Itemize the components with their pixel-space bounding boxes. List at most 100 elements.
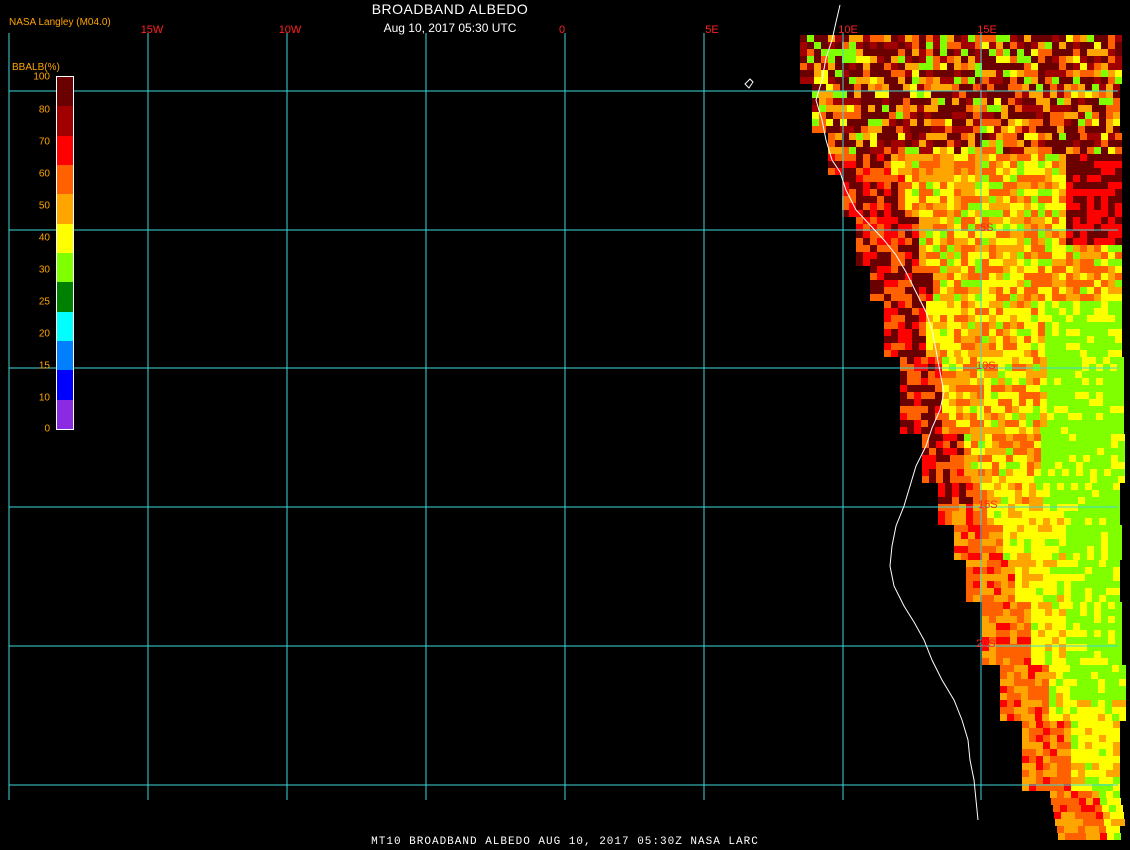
albedo-pixel (1038, 182, 1045, 189)
albedo-pixel (1111, 476, 1118, 483)
albedo-pixel (898, 322, 905, 329)
albedo-pixel (999, 448, 1006, 455)
albedo-pixel (947, 49, 954, 56)
albedo-pixel (1047, 385, 1054, 392)
albedo-pixel (1001, 574, 1008, 581)
albedo-pixel (1093, 798, 1100, 805)
albedo-pixel (1071, 728, 1078, 735)
albedo-pixel (996, 245, 1003, 252)
albedo-pixel (1066, 322, 1073, 329)
albedo-pixel (987, 119, 994, 126)
albedo-pixel (912, 231, 919, 238)
albedo-pixel (1031, 525, 1038, 532)
albedo-pixel (863, 182, 870, 189)
albedo-pixel (1024, 196, 1031, 203)
albedo-pixel (1017, 532, 1024, 539)
albedo-pixel (1087, 140, 1094, 147)
albedo-pixel (1064, 91, 1071, 98)
albedo-pixel (1056, 700, 1063, 707)
albedo-pixel (1092, 490, 1099, 497)
albedo-pixel (1029, 581, 1036, 588)
albedo-pixel (882, 112, 889, 119)
albedo-pixel (1091, 686, 1098, 693)
albedo-pixel (1112, 686, 1119, 693)
albedo-pixel (1094, 280, 1101, 287)
albedo-pixel (891, 280, 898, 287)
albedo-pixel (1073, 161, 1080, 168)
albedo-pixel (1052, 616, 1059, 623)
albedo-pixel (989, 546, 996, 553)
albedo-pixel (1082, 812, 1089, 819)
albedo-pixel (1077, 679, 1084, 686)
albedo-pixel (1094, 294, 1101, 301)
albedo-pixel (1094, 609, 1101, 616)
albedo-pixel (949, 399, 956, 406)
albedo-pixel (1010, 217, 1017, 224)
albedo-pixel (1045, 252, 1052, 259)
albedo-pixel (884, 294, 891, 301)
albedo-pixel (1031, 175, 1038, 182)
albedo-pixel (968, 63, 975, 70)
albedo-pixel (996, 553, 1003, 560)
albedo-pixel (1059, 182, 1066, 189)
albedo-pixel (1038, 658, 1045, 665)
albedo-pixel (1057, 763, 1064, 770)
albedo-pixel (940, 245, 947, 252)
albedo-pixel (1073, 210, 1080, 217)
albedo-pixel (1104, 819, 1111, 826)
albedo-pixel (1101, 231, 1108, 238)
albedo-pixel (926, 210, 933, 217)
albedo-pixel (963, 406, 970, 413)
albedo-pixel (1027, 469, 1034, 476)
albedo-pixel (1059, 609, 1066, 616)
albedo-pixel (1110, 420, 1117, 427)
albedo-pixel (1047, 427, 1054, 434)
albedo-pixel (1082, 378, 1089, 385)
albedo-pixel (1092, 112, 1099, 119)
albedo-pixel (1066, 616, 1073, 623)
albedo-pixel (1010, 63, 1017, 70)
albedo-pixel (1103, 399, 1110, 406)
albedo-pixel (1064, 511, 1071, 518)
albedo-pixel (947, 77, 954, 84)
albedo-pixel (1007, 672, 1014, 679)
albedo-pixel (982, 210, 989, 217)
albedo-pixel (1101, 140, 1108, 147)
albedo-pixel (1019, 357, 1026, 364)
albedo-pixel (1029, 728, 1036, 735)
albedo-pixel (1099, 826, 1106, 833)
albedo-pixel (1099, 735, 1106, 742)
albedo-pixel (1058, 798, 1065, 805)
albedo-pixel (1083, 434, 1090, 441)
albedo-pixel (1024, 147, 1031, 154)
albedo-pixel (947, 56, 954, 63)
albedo-pixel (877, 273, 884, 280)
albedo-pixel (877, 189, 884, 196)
albedo-pixel (1055, 462, 1062, 469)
albedo-pixel (919, 161, 926, 168)
albedo-pixel (1008, 511, 1015, 518)
albedo-pixel (1064, 756, 1071, 763)
albedo-pixel (1113, 749, 1120, 756)
albedo-pixel (954, 42, 961, 49)
albedo-pixel (1010, 525, 1017, 532)
albedo-pixel (1059, 301, 1066, 308)
albedo-pixel (989, 525, 996, 532)
albedo-pixel (912, 273, 919, 280)
albedo-pixel (870, 147, 877, 154)
albedo-pixel (1033, 392, 1040, 399)
albedo-pixel (1106, 588, 1113, 595)
albedo-pixel (968, 168, 975, 175)
albedo-pixel (917, 126, 924, 133)
albedo-pixel (884, 280, 891, 287)
albedo-pixel (1071, 756, 1078, 763)
albedo-pixel (1115, 336, 1122, 343)
albedo-pixel (1050, 511, 1057, 518)
albedo-pixel (1038, 315, 1045, 322)
albedo-pixel (1101, 609, 1108, 616)
albedo-pixel (982, 203, 989, 210)
albedo-pixel (1045, 637, 1052, 644)
albedo-pixel (1001, 126, 1008, 133)
albedo-pixel (1119, 686, 1126, 693)
albedo-pixel (854, 91, 861, 98)
